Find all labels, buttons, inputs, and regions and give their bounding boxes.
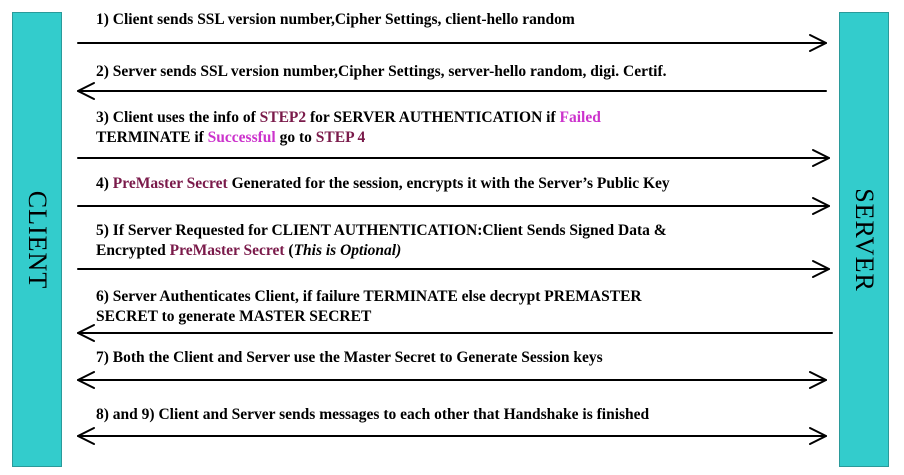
arrow-step-3 [77, 149, 830, 167]
arrow-step-4 [77, 197, 830, 215]
arrow-step-2 [77, 82, 827, 100]
arrow-step-7 [77, 371, 827, 389]
arrow-step-6 [77, 324, 833, 342]
arrow-step-8 [77, 427, 827, 445]
arrow-step-1 [77, 34, 827, 52]
arrows-layer [77, 34, 833, 445]
arrow-step-5 [77, 260, 830, 278]
